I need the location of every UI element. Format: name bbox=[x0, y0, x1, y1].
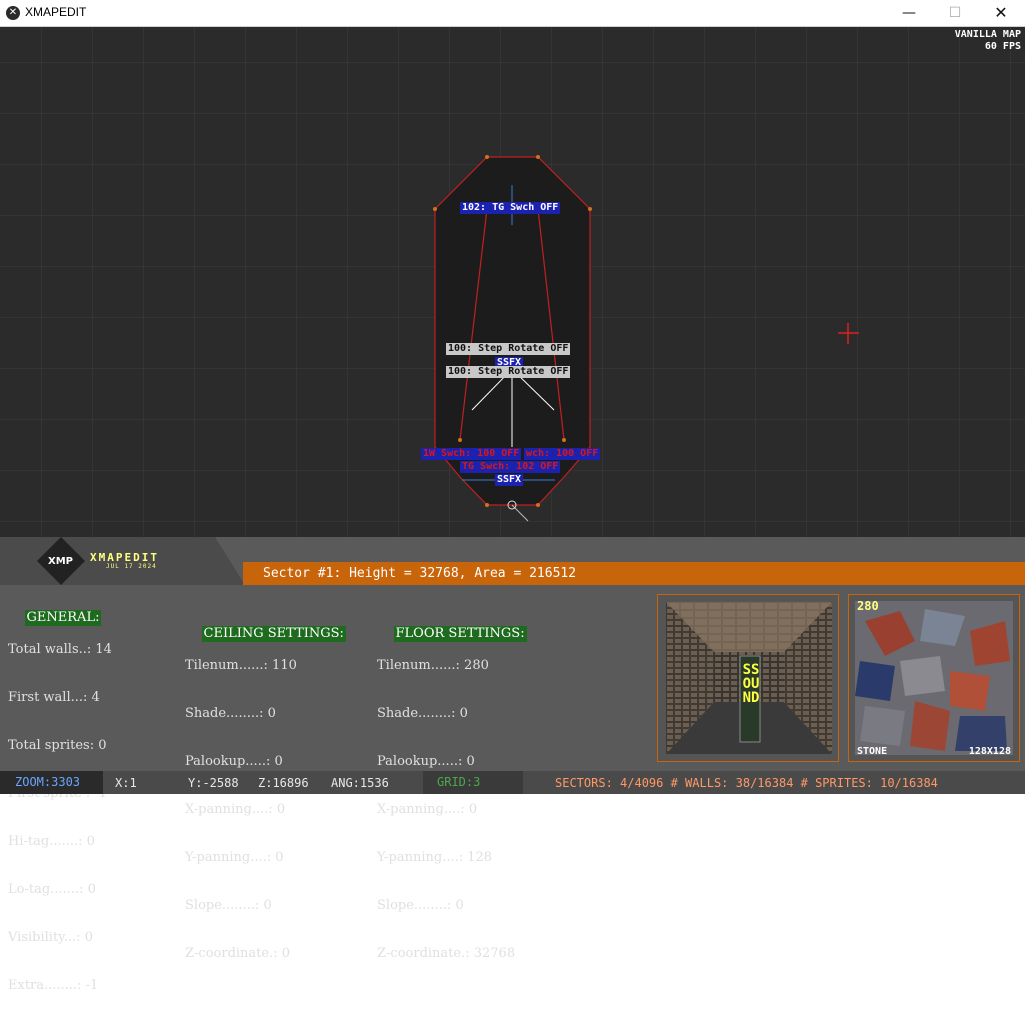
texture-name: STONE bbox=[857, 746, 888, 757]
general-row: First wall...: 4 bbox=[8, 690, 100, 705]
app-icon: ✕ bbox=[6, 6, 20, 20]
general-row: Lo-tag.......: 0 bbox=[8, 882, 96, 897]
floor-row: Z-coordinate.: 32768 bbox=[377, 946, 516, 961]
ceiling-row: Z-coordinate.: 0 bbox=[185, 946, 291, 961]
floor-row: Slope........: 0 bbox=[377, 898, 464, 913]
general-row: Hi-tag.......: 0 bbox=[8, 834, 95, 849]
floor-row: Shade........: 0 bbox=[377, 706, 468, 721]
ceiling-row: Tilenum......: 110 bbox=[185, 658, 297, 673]
texture-preview[interactable]: 280 STONE 128X128 bbox=[848, 594, 1020, 762]
texture-size: 128X128 bbox=[968, 746, 1011, 757]
maximize-button[interactable]: ☐ bbox=[932, 0, 978, 26]
info-panel: XMP XMAPEDIT JUL 17 2024 Sector #1: Heig… bbox=[0, 537, 1025, 993]
zoom-readout: ZOOM:3303 bbox=[0, 771, 103, 794]
logo-badge-text: XMP bbox=[48, 556, 73, 567]
wall-label-tg[interactable]: TG Swch: 102 OFF bbox=[460, 461, 561, 473]
floor-row: Tilenum......: 280 bbox=[377, 658, 489, 673]
view-preview[interactable]: SSOUND bbox=[657, 594, 839, 762]
ceiling-column: CEILING SETTINGS: Tilenum......: 110 Sha… bbox=[185, 610, 346, 994]
floor-row: X-panning....: 0 bbox=[377, 802, 478, 817]
x-readout: X:1 bbox=[115, 776, 137, 790]
logo-area: XMP XMAPEDIT JUL 17 2024 bbox=[0, 537, 245, 585]
ceiling-row: Y-panning....: 0 bbox=[185, 850, 284, 865]
ceiling-row: X-panning....: 0 bbox=[185, 802, 286, 817]
sector-bar: Sector #1: Height = 32768, Area = 216512 bbox=[243, 562, 1025, 585]
logo-date: JUL 17 2024 bbox=[106, 563, 157, 570]
floor-row: Palookup.....: 0 bbox=[377, 754, 475, 769]
ceiling-heading: CEILING SETTINGS: bbox=[201, 626, 346, 642]
floor-column: FLOOR SETTINGS: Tilenum......: 280 Shade… bbox=[377, 610, 527, 994]
map-type-label: VANILLA MAP bbox=[954, 29, 1021, 40]
angle-readout: ANG:1536 bbox=[331, 776, 389, 790]
sprite-label-rotate-2[interactable]: 100: Step Rotate OFF bbox=[446, 366, 571, 378]
ceiling-row: Palookup.....: 0 bbox=[185, 754, 283, 769]
title-bar: ✕ XMAPEDIT — ☐ ✕ bbox=[0, 0, 1025, 27]
map-counts: SECTORS: 4/4096 # WALLS: 38/16384 # SPRI… bbox=[555, 776, 938, 790]
preview-sound-label: SSOUND bbox=[742, 662, 760, 706]
wall-label-right[interactable]: wch: 100 OFF bbox=[524, 448, 601, 460]
sprite-label-top[interactable]: 102: TG Swch OFF bbox=[460, 202, 561, 214]
sprite-label-ssfx-2[interactable]: SSFX bbox=[495, 474, 524, 486]
grid-readout: GRID:3 bbox=[423, 771, 523, 794]
minimize-button[interactable]: — bbox=[886, 0, 932, 26]
y-readout: Y:-2588 bbox=[188, 776, 239, 790]
status-bar: ZOOM:3303 X:1 Y:-2588 Z:16896 ANG:1536 G… bbox=[0, 771, 1025, 794]
close-button[interactable]: ✕ bbox=[978, 0, 1024, 26]
general-row: Extra........: -1 bbox=[8, 978, 99, 993]
texture-number: 280 bbox=[857, 599, 879, 613]
wall-label-left[interactable]: 1W Swch: 100 OFF bbox=[421, 448, 522, 460]
sector-info: Sector #1: Height = 32768, Area = 216512 bbox=[263, 566, 577, 581]
z-readout: Z:16896 bbox=[258, 776, 309, 790]
window-title: XMAPEDIT bbox=[25, 5, 87, 19]
floor-heading: FLOOR SETTINGS: bbox=[393, 626, 527, 642]
map-viewport[interactable]: VANILLA MAP 60 FPS 102: TG Swch OFF 100:… bbox=[0, 27, 1025, 562]
ceiling-row: Shade........: 0 bbox=[185, 706, 276, 721]
fps-label: 60 FPS bbox=[984, 41, 1021, 52]
stone-texture-image bbox=[855, 601, 1013, 755]
sprite-label-rotate-1[interactable]: 100: Step Rotate OFF bbox=[446, 343, 571, 355]
general-row: Visibility...: 0 bbox=[8, 930, 93, 945]
general-column: GENERAL: Total walls..: 14 First wall...… bbox=[8, 594, 112, 1026]
floor-row: Y-panning....: 128 bbox=[377, 850, 493, 865]
hud-info: VANILLA MAP 60 FPS bbox=[955, 29, 1021, 53]
general-row: Total walls..: 14 bbox=[8, 642, 112, 657]
general-heading: GENERAL: bbox=[24, 610, 102, 626]
general-row: Total sprites: 0 bbox=[8, 738, 107, 753]
ceiling-row: Slope........: 0 bbox=[185, 898, 272, 913]
